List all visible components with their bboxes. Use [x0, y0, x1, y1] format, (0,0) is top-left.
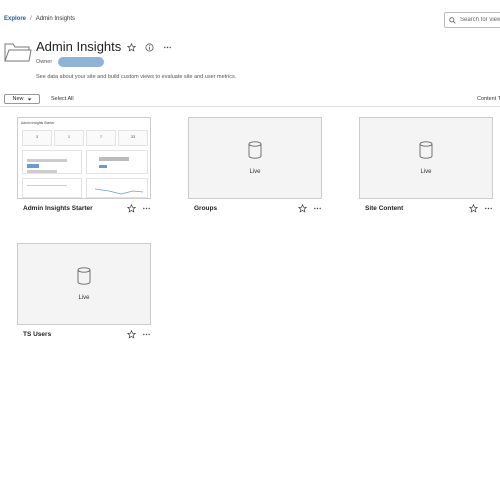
info-icon[interactable]	[144, 42, 154, 52]
search-input[interactable]	[460, 17, 500, 23]
chevron-down-icon	[27, 98, 31, 100]
preview-kpi: 33	[118, 130, 148, 146]
more-actions-icon[interactable]	[162, 42, 172, 52]
content-card-admin-insights-starter[interactable]: Admin Insights Starter 3 1 7 33 Admin In…	[17, 117, 157, 217]
project-description: See data about your site and build custo…	[36, 74, 237, 80]
card-name[interactable]: Site Content	[365, 205, 403, 212]
breadcrumb-separator: /	[30, 16, 32, 22]
card-actions	[127, 204, 151, 213]
card-name[interactable]: Admin Insights Starter	[23, 205, 93, 212]
breadcrumb-explore-link[interactable]: Explore	[4, 16, 26, 22]
datasource-thumbnail[interactable]: Live	[359, 117, 493, 199]
favorite-star-icon[interactable]	[127, 204, 136, 213]
preview-kpi: 1	[54, 130, 84, 146]
datasource-thumbnail[interactable]: Live	[188, 117, 322, 199]
new-button-label: New	[12, 96, 24, 102]
card-actions	[469, 204, 493, 213]
live-badge: Live	[249, 169, 261, 175]
card-actions	[127, 330, 151, 339]
favorite-star-icon[interactable]	[126, 42, 136, 52]
content-card-ts-users[interactable]: Live TS Users	[17, 243, 157, 343]
database-icon	[77, 267, 91, 285]
preview-panel	[22, 178, 82, 198]
live-badge: Live	[78, 295, 90, 301]
page-title: Admin Insights	[36, 39, 122, 54]
more-actions-icon[interactable]	[142, 330, 151, 339]
search-icon	[449, 16, 456, 24]
content-type-sort[interactable]: Content Type	[477, 96, 500, 102]
card-name[interactable]: TS Users	[23, 331, 51, 338]
preview-kpi: 3	[22, 130, 52, 146]
toolbar-divider	[0, 106, 500, 107]
breadcrumb-current: Admin Insights	[35, 16, 76, 22]
preview-panel	[22, 150, 82, 174]
live-badge: Live	[420, 169, 432, 175]
favorite-star-icon[interactable]	[298, 204, 307, 213]
folder-icon	[4, 43, 32, 62]
content-card-groups[interactable]: Live Groups	[188, 117, 328, 217]
preview-kpi: 7	[86, 130, 116, 146]
database-icon	[248, 141, 262, 159]
select-all-button[interactable]: Select All	[51, 96, 74, 102]
more-actions-icon[interactable]	[484, 204, 493, 213]
owner-name-pill[interactable]	[58, 57, 105, 67]
owner-label: Owner	[36, 59, 53, 65]
owner-row: Owner	[36, 57, 105, 67]
preview-panel	[86, 150, 148, 174]
new-button[interactable]: New	[4, 94, 40, 104]
card-actions	[298, 204, 322, 213]
preview-panel	[86, 178, 148, 198]
more-actions-icon[interactable]	[142, 204, 151, 213]
search-box[interactable]	[444, 12, 500, 28]
dashboard-preview-image: Admin Insights Starter 3 1 7 33	[18, 118, 150, 198]
breadcrumb: Explore / Admin Insights	[4, 16, 75, 22]
title-actions	[126, 42, 172, 52]
content-card-site-content[interactable]: Live Site Content	[359, 117, 499, 217]
card-name[interactable]: Groups	[194, 205, 217, 212]
favorite-star-icon[interactable]	[469, 204, 478, 213]
workbook-thumbnail[interactable]: Admin Insights Starter 3 1 7 33	[17, 117, 151, 199]
more-actions-icon[interactable]	[313, 204, 322, 213]
database-icon	[419, 141, 433, 159]
datasource-thumbnail[interactable]: Live	[17, 243, 151, 325]
preview-title: Admin Insights Starter	[21, 121, 55, 125]
favorite-star-icon[interactable]	[127, 330, 136, 339]
